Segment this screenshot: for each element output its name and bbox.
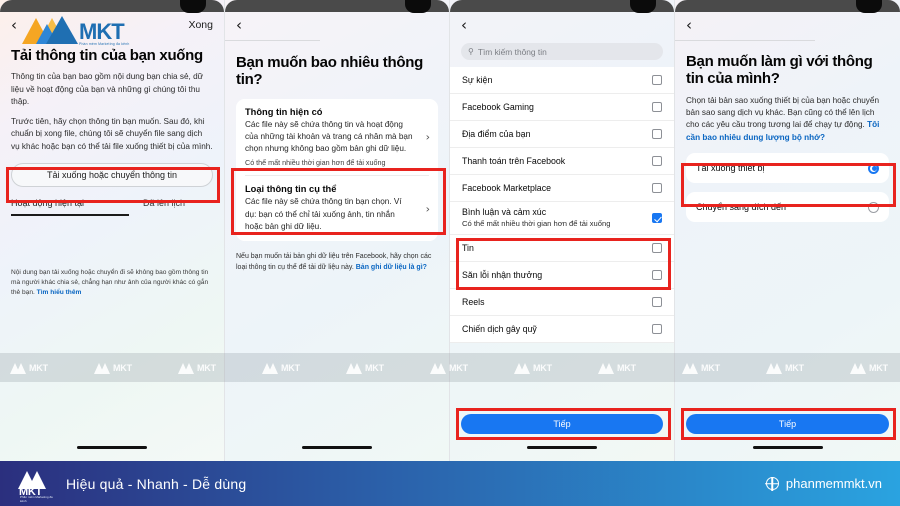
list-item-label: Facebook Marketplace bbox=[462, 183, 551, 193]
page-title: Bạn muốn bao nhiêu thông tin? bbox=[236, 54, 423, 89]
card-title: Loại thông tin cụ thể bbox=[245, 184, 337, 195]
page-title: Tải thông tin của bạn xuống bbox=[11, 47, 203, 64]
search-input[interactable]: ⚲ Tìm kiếm thông tin bbox=[461, 43, 663, 60]
option-card-existing-info[interactable]: Thông tin hiện có Các file này sẽ chứa t… bbox=[236, 98, 438, 176]
search-icon: ⚲ bbox=[468, 47, 474, 56]
option-card-specific-info[interactable]: Loại thông tin cụ thể Các file này sẽ ch… bbox=[236, 176, 438, 242]
globe-icon bbox=[765, 477, 779, 490]
home-indicator bbox=[527, 446, 597, 449]
checkbox-checked[interactable] bbox=[652, 213, 662, 223]
list-item[interactable]: Bình luận và cảm xúc Có thể mất nhiều th… bbox=[450, 202, 674, 235]
nav-row: ‹ bbox=[236, 12, 438, 38]
home-indicator bbox=[302, 446, 372, 449]
list-item[interactable]: Thanh toán trên Facebook bbox=[450, 148, 674, 175]
mkt-logo-subtext: Phần mềm Marketing đa kênh bbox=[79, 42, 130, 46]
checkbox[interactable] bbox=[652, 297, 662, 307]
option-transfer-to-destination[interactable]: Chuyển sang đích đến bbox=[686, 192, 889, 223]
chevron-left-icon[interactable]: ‹ bbox=[236, 17, 250, 33]
data-log-link[interactable]: Bản ghi dữ liệu là gì? bbox=[356, 264, 427, 271]
phone-panel-4: ‹ Bạn muốn làm gì với thông tin của mình… bbox=[675, 0, 900, 461]
description-text: Chọn tải bản sao xuống thiết bị của bạn … bbox=[686, 95, 880, 130]
checkbox[interactable] bbox=[652, 270, 662, 280]
chevron-left-icon[interactable]: ‹ bbox=[461, 17, 475, 33]
list-item-label: Săn lỗi nhận thưởng bbox=[462, 270, 543, 280]
info-scope-card-list: Thông tin hiện có Các file này sẽ chứa t… bbox=[236, 98, 438, 242]
next-button[interactable]: Tiếp bbox=[461, 414, 663, 434]
list-item[interactable]: Săn lỗi nhận thưởng bbox=[450, 262, 674, 289]
mkt-logo-mark bbox=[22, 16, 78, 46]
tab-current-activity[interactable]: Hoạt động hiện tại bbox=[11, 198, 129, 217]
checkbox[interactable] bbox=[652, 129, 662, 139]
list-item-label: Địa điểm của bạn bbox=[462, 129, 531, 139]
card-note: Có thể mất nhiều thời gian hơn để tải xu… bbox=[245, 158, 386, 168]
card-title: Thông tin hiện có bbox=[245, 106, 323, 117]
checkbox[interactable] bbox=[652, 183, 662, 193]
radio-unselected[interactable] bbox=[868, 201, 879, 213]
intro-paragraph-1: Thông tin của bạn bao gồm nội dung bạn c… bbox=[11, 72, 204, 107]
phone-panel-2: ‹ Bạn muốn bao nhiêu thông tin? Thông ti… bbox=[225, 0, 450, 461]
mkt-logo: MKT Phần mềm Marketing đa kênh bbox=[22, 16, 129, 46]
page-title: Bạn muốn làm gì với thông tin của mình? bbox=[686, 53, 873, 88]
intro-paragraph-2: Trước tiên, hãy chọn thông tin bạn muốn.… bbox=[11, 116, 213, 151]
list-item[interactable]: Tin bbox=[450, 235, 674, 262]
learn-more-link[interactable]: Tìm hiểu thêm bbox=[37, 289, 82, 296]
nav-divider bbox=[225, 40, 320, 41]
list-item-sublabel: Có thể mất nhiều thời gian hơn để tải xu… bbox=[462, 219, 611, 228]
done-button[interactable]: Xong bbox=[188, 19, 213, 31]
nav-row: ‹ bbox=[686, 12, 889, 38]
list-item[interactable]: Chiến dịch gây quỹ bbox=[450, 316, 674, 343]
brand-website-url[interactable]: phanmemmkt.vn bbox=[786, 476, 882, 491]
brand-footer-bar: MKT Phần mềm Marketing đa kênh Hiệu quả … bbox=[0, 461, 900, 506]
list-item-label: Sự kiện bbox=[462, 75, 493, 85]
list-item-label: Reels bbox=[462, 297, 485, 307]
next-button[interactable]: Tiếp bbox=[686, 414, 889, 434]
data-log-note: Nếu bạn muốn tải bản ghi dữ liệu trên Fa… bbox=[236, 251, 438, 273]
list-item-label: Bình luận và cảm xúc bbox=[462, 207, 547, 217]
tab-scheduled[interactable]: Đã lên lịch bbox=[143, 198, 185, 216]
chevron-right-icon: › bbox=[425, 130, 430, 144]
checkbox[interactable] bbox=[652, 324, 662, 334]
tab-bar: Hoạt động hiện tại Đã lên lịch bbox=[11, 198, 213, 217]
card-description: Các file này sẽ chứa thông tin bạn chọn.… bbox=[245, 197, 402, 231]
option-label: Chuyển sang đích đến bbox=[696, 202, 787, 213]
option-label: Tải xuống thiết bị bbox=[696, 163, 765, 174]
phone-panels: ‹ Xong MKT Phần mềm Marketing đa kênh Tả… bbox=[0, 0, 900, 461]
chevron-right-icon: › bbox=[425, 202, 430, 216]
home-indicator bbox=[77, 446, 147, 449]
description-paragraph: Chọn tải bản sao xuống thiết bị của bạn … bbox=[686, 95, 889, 145]
list-item[interactable]: Facebook Marketplace bbox=[450, 175, 674, 202]
radio-selected[interactable] bbox=[868, 162, 879, 174]
checkbox[interactable] bbox=[652, 102, 662, 112]
card-description: Các file này sẽ chứa thông tin và hoạt đ… bbox=[245, 119, 413, 154]
list-item[interactable]: Facebook Gaming bbox=[450, 94, 674, 121]
option-download-to-device[interactable]: Tải xuống thiết bị bbox=[686, 153, 889, 184]
screenshot-root: ‹ Xong MKT Phần mềm Marketing đa kênh Tả… bbox=[0, 0, 900, 506]
phone-panel-3: ‹ ⚲ Tìm kiếm thông tin Sự kiện Facebook … bbox=[450, 0, 675, 461]
list-item[interactable]: Địa điểm của bạn bbox=[450, 121, 674, 148]
mkt-footer-logo-sub: Phần mềm Marketing đa kênh bbox=[20, 494, 53, 503]
chevron-left-icon[interactable]: ‹ bbox=[686, 17, 700, 33]
list-item[interactable]: Sự kiện bbox=[450, 67, 674, 94]
checkbox[interactable] bbox=[652, 156, 662, 166]
list-item-label: Chiến dịch gây quỹ bbox=[462, 324, 537, 334]
list-item-label: Tin bbox=[462, 243, 474, 253]
nav-row: ‹ bbox=[461, 12, 663, 38]
footnote: Nội dung bạn tải xuống hoặc chuyển đi sẽ… bbox=[11, 268, 213, 299]
list-item[interactable]: Reels bbox=[450, 289, 674, 316]
phone-panel-1: ‹ Xong MKT Phần mềm Marketing đa kênh Tả… bbox=[0, 0, 225, 461]
nav-divider bbox=[675, 40, 815, 41]
mkt-footer-logo: MKT Phần mềm Marketing đa kênh bbox=[18, 468, 54, 503]
list-item-label: Thanh toán trên Facebook bbox=[462, 156, 566, 166]
checkbox[interactable] bbox=[652, 243, 662, 253]
search-placeholder: Tìm kiếm thông tin bbox=[477, 46, 547, 57]
list-item-label: Facebook Gaming bbox=[462, 102, 534, 112]
home-indicator bbox=[752, 446, 823, 449]
checkbox[interactable] bbox=[652, 75, 662, 85]
info-type-list: Sự kiện Facebook Gaming Địa điểm của bạn… bbox=[450, 67, 674, 343]
brand-left-group: MKT Phần mềm Marketing đa kênh Hiệu quả … bbox=[18, 468, 247, 503]
download-or-transfer-button[interactable]: Tải xuống hoặc chuyển thông tin bbox=[11, 163, 213, 188]
mkt-logo-text: MKT bbox=[79, 19, 125, 45]
brand-right-group: phanmemmkt.vn bbox=[765, 476, 882, 491]
brand-slogan: Hiệu quả - Nhanh - Dễ dùng bbox=[66, 475, 247, 492]
